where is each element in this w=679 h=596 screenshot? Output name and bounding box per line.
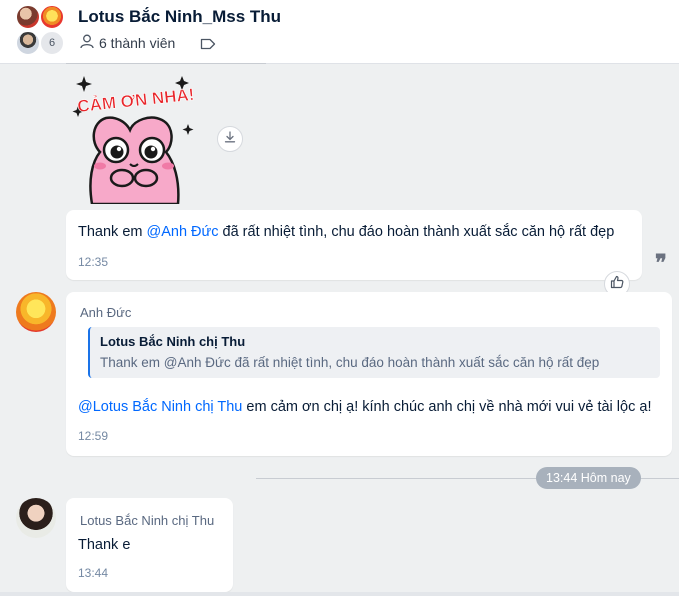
message-time: 12:35 xyxy=(78,255,109,269)
message-text: Thank em @Anh Đức đã rất nhiệt tình, chu… xyxy=(78,224,615,240)
tag-icon[interactable] xyxy=(200,37,216,55)
message-time: 13:44 xyxy=(78,566,109,580)
member-avatar xyxy=(40,5,64,29)
sender-name: Lotus Bắc Ninh chị Thu xyxy=(80,513,215,528)
members-label: 6 thành viên xyxy=(99,35,176,51)
message-time: 12:59 xyxy=(78,429,109,443)
members-button[interactable]: 6 thành viên xyxy=(80,34,175,52)
conversation-title[interactable]: Lotus Bắc Ninh_Mss Thu xyxy=(78,7,281,27)
mention-link[interactable]: @Anh Đức xyxy=(147,224,219,240)
quoted-text: Thank em @Anh Đức đã rất nhiệt tình, chu… xyxy=(100,355,600,370)
thumbs-up-icon xyxy=(610,275,624,294)
mention-link[interactable]: @Lotus Bắc Ninh chị Thu xyxy=(78,399,242,415)
sticker-message[interactable]: CẢM ƠN NHA! xyxy=(70,72,202,206)
sender-avatar[interactable] xyxy=(16,498,56,538)
quoted-sender: Lotus Bắc Ninh chị Thu xyxy=(100,334,246,349)
sticker-caption: CẢM ƠN NHA! xyxy=(76,85,195,116)
sender-name: Anh Đức xyxy=(80,305,132,320)
quoted-message[interactable]: Lotus Bắc Ninh chị Thu Thank em @Anh Đức… xyxy=(88,327,660,378)
group-avatar[interactable]: 6 xyxy=(14,3,70,59)
sender-avatar[interactable] xyxy=(16,292,56,332)
download-icon xyxy=(224,130,236,148)
date-separator: 13:44 Hôm nay xyxy=(536,467,641,489)
message-bubble[interactable]: Anh Đức Lotus Bắc Ninh chị Thu Thank em … xyxy=(66,292,672,456)
member-avatar xyxy=(16,31,40,55)
quote-icon[interactable]: ❞ xyxy=(655,250,667,276)
message-text: @Lotus Bắc Ninh chị Thu em cảm ơn chị ạ!… xyxy=(78,399,652,415)
member-avatar xyxy=(16,5,40,29)
member-count-badge: 6 xyxy=(40,31,64,55)
message-bubble[interactable]: Lotus Bắc Ninh chị Thu Thank e 13:44 xyxy=(66,498,233,592)
message-divider xyxy=(66,63,266,64)
chat-header: 6 Lotus Bắc Ninh_Mss Thu 6 thành viên xyxy=(0,0,679,64)
message-bubble[interactable]: Thank em @Anh Đức đã rất nhiệt tình, chu… xyxy=(66,210,642,280)
download-button[interactable] xyxy=(217,126,243,152)
message-text: Thank e xyxy=(78,537,131,553)
composer-edge xyxy=(0,592,679,596)
person-icon xyxy=(80,34,94,52)
